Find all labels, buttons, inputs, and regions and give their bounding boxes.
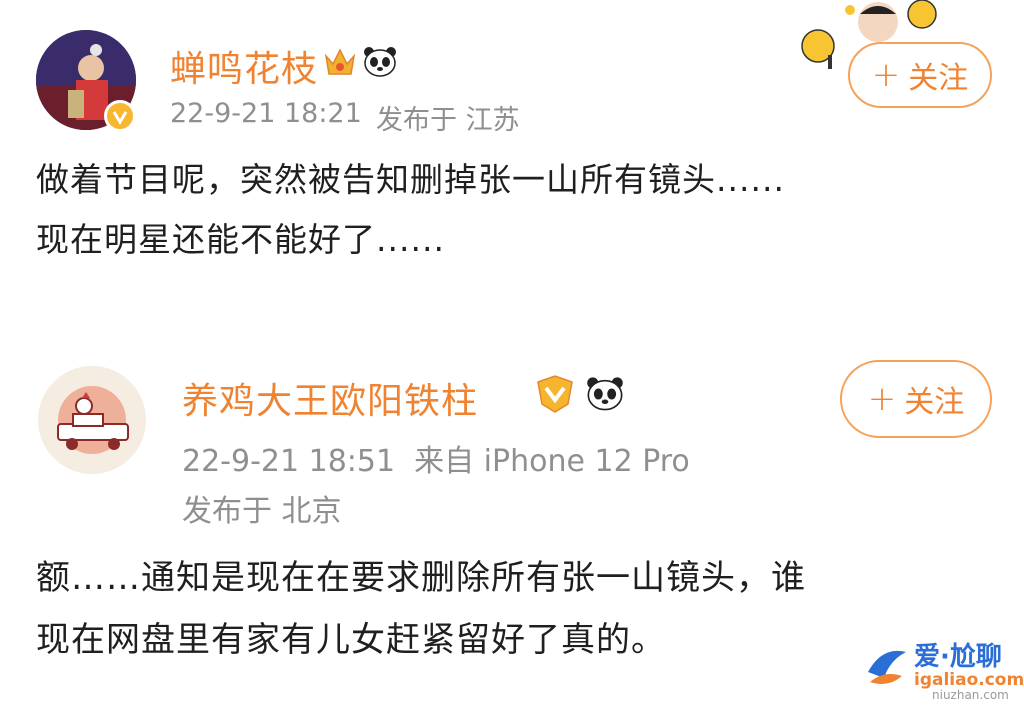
plus-icon: + <box>867 379 897 419</box>
watermark: 爱·尬聊 igaliao.com niuzhan.com <box>862 636 1024 702</box>
level-badge-icon <box>534 374 576 414</box>
post-location: 发布于 北京 <box>182 494 342 529</box>
panda-emoji-icon <box>584 374 626 414</box>
watermark-domain: igaliao.com <box>914 670 1024 690</box>
post-time-source: 22-9-21 18:51 来自 iPhone 12 Pro <box>182 444 690 479</box>
username[interactable]: 养鸡大王欧阳铁柱 <box>182 372 478 424</box>
follow-label: 关注 <box>908 61 969 96</box>
post-location: 发布于 江苏 <box>376 105 520 136</box>
post-text-line: 额……通知是现在在要求删除所有张一山镜头，谁 <box>36 558 806 598</box>
post-text-line: 现在网盘里有家有儿女赶紧留好了真的。 <box>36 620 666 660</box>
follow-label: 关注 <box>904 385 965 420</box>
panda-emoji-icon <box>362 44 398 80</box>
watermark-sub: niuzhan.com <box>932 688 1009 702</box>
follow-button[interactable]: + 关注 <box>848 42 992 108</box>
crown-badge-icon <box>322 44 358 80</box>
plus-icon: + <box>871 55 901 95</box>
post-text-line: 现在明星还能不能好了...... <box>36 220 445 259</box>
follow-button[interactable]: + 关注 <box>840 360 992 438</box>
post-text-line: 做着节目呢，突然被告知删掉张一山所有镜头...... <box>36 160 785 199</box>
post-time: 22-9-21 18:21 <box>170 98 362 129</box>
verified-badge-icon <box>104 100 136 132</box>
watermark-title: 爱·尬聊 <box>914 642 1002 672</box>
username[interactable]: 蝉鸣花枝 <box>170 40 318 92</box>
watermark-logo-icon <box>868 650 906 684</box>
avatar[interactable] <box>38 366 146 474</box>
